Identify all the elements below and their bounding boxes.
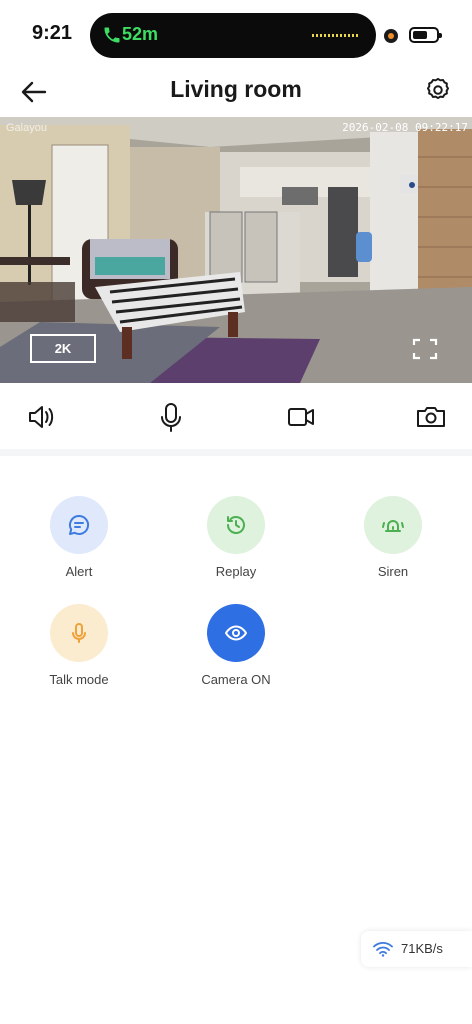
recording-indicator-icon xyxy=(384,29,398,43)
gear-icon[interactable] xyxy=(424,76,452,104)
brand-logo: Galayou xyxy=(6,122,47,134)
section-divider xyxy=(0,449,472,456)
replay-label: Replay xyxy=(215,564,257,579)
microphone-icon xyxy=(72,623,86,643)
alert-label: Alert xyxy=(65,564,93,579)
camera-on-icon-circle xyxy=(207,604,265,662)
network-speed-badge: 71KB/s xyxy=(361,931,472,967)
audio-wave-icon xyxy=(312,34,360,37)
siren-label: Siren xyxy=(377,564,409,579)
camera-controls xyxy=(0,395,472,441)
replay-button[interactable]: Replay xyxy=(176,496,296,579)
history-icon xyxy=(227,516,245,534)
siren-icon xyxy=(382,520,404,532)
header: Living room xyxy=(0,68,472,114)
alert-icon-circle xyxy=(50,496,108,554)
siren-button[interactable]: Siren xyxy=(333,496,453,579)
eye-icon xyxy=(225,625,247,641)
page-title: Living room xyxy=(170,76,302,102)
siren-icon-circle xyxy=(364,496,422,554)
fullscreen-icon[interactable] xyxy=(411,337,439,361)
message-icon xyxy=(69,514,90,535)
speaker-icon[interactable] xyxy=(23,399,59,435)
dynamic-island[interactable]: 52m xyxy=(90,13,376,58)
camera-on-button[interactable]: Camera ON xyxy=(176,604,296,687)
call-duration: 52m xyxy=(122,24,159,44)
talk-mode-icon-circle xyxy=(50,604,108,662)
replay-icon-circle xyxy=(207,496,265,554)
battery-icon xyxy=(409,27,442,43)
talk-mode-button[interactable]: Talk mode xyxy=(19,604,139,687)
camera-live-view[interactable]: Galayou 2026-02-08 09:22:17 2K xyxy=(0,117,472,383)
video-timestamp: 2026-02-08 09:22:17 xyxy=(342,121,468,134)
alert-button[interactable]: Alert xyxy=(19,496,139,579)
wifi-icon xyxy=(373,942,393,957)
camera-snapshot-icon[interactable] xyxy=(413,399,449,435)
microphone-icon[interactable] xyxy=(153,399,189,435)
talk-mode-label: Talk mode xyxy=(49,672,109,687)
status-bar: 9:21 52m xyxy=(0,0,472,64)
status-time: 9:21 xyxy=(32,22,73,44)
phone-icon xyxy=(104,27,120,43)
camera-on-label: Camera ON xyxy=(201,672,271,687)
resolution-button[interactable]: 2K xyxy=(30,334,96,363)
video-record-icon[interactable] xyxy=(283,399,319,435)
network-rate: 71KB/s xyxy=(401,941,443,956)
